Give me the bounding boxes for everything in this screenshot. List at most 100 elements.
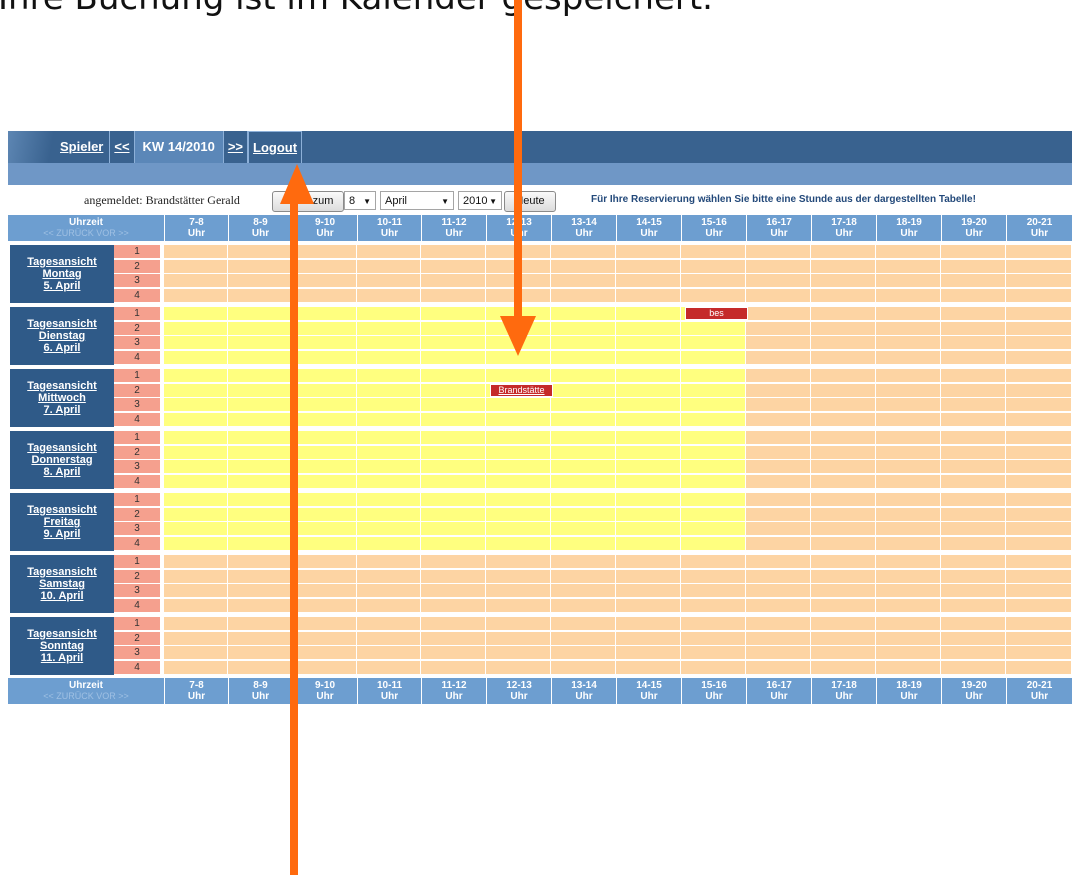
- time-slot-cell[interactable]: [228, 307, 291, 320]
- time-slot-cell[interactable]: [1006, 537, 1071, 550]
- time-slot-cell[interactable]: [941, 460, 1005, 473]
- time-slot-cell[interactable]: [228, 599, 291, 612]
- time-slot-cell[interactable]: [164, 493, 227, 506]
- time-slot-cell[interactable]: [1006, 475, 1071, 488]
- time-slot-cell[interactable]: [746, 460, 810, 473]
- time-slot-cell[interactable]: [421, 274, 485, 287]
- time-slot-cell[interactable]: [876, 475, 940, 488]
- time-slot-cell[interactable]: [1006, 274, 1071, 287]
- time-slot-cell[interactable]: [876, 446, 940, 459]
- time-slot-cell[interactable]: [228, 570, 291, 583]
- time-slot-cell[interactable]: [228, 584, 291, 597]
- time-slot-cell[interactable]: [746, 322, 810, 335]
- day-view-link[interactable]: Montag: [10, 268, 114, 280]
- time-slot-cell[interactable]: [616, 661, 680, 674]
- time-slot-cell[interactable]: [746, 646, 810, 659]
- time-slot-cell[interactable]: [228, 493, 291, 506]
- time-slot-cell[interactable]: [746, 307, 810, 320]
- time-slot-cell[interactable]: [292, 537, 356, 550]
- time-slot-cell[interactable]: [746, 398, 810, 411]
- time-slot-cell[interactable]: [811, 336, 875, 349]
- time-slot-cell[interactable]: [1006, 508, 1071, 521]
- time-slot-cell[interactable]: [616, 322, 680, 335]
- time-slot-cell[interactable]: [421, 555, 485, 568]
- time-slot-cell[interactable]: [811, 413, 875, 426]
- time-slot-cell[interactable]: [876, 555, 940, 568]
- time-slot-cell[interactable]: [941, 431, 1005, 444]
- time-slot-cell[interactable]: [616, 584, 680, 597]
- time-slot-cell[interactable]: [486, 599, 550, 612]
- day-view-link[interactable]: Donnerstag: [10, 454, 114, 466]
- time-slot-cell[interactable]: [616, 431, 680, 444]
- time-slot-cell[interactable]: [357, 661, 420, 674]
- time-slot-cell[interactable]: [681, 460, 745, 473]
- time-slot-cell[interactable]: [357, 460, 420, 473]
- time-slot-cell[interactable]: [551, 322, 615, 335]
- time-slot-cell[interactable]: [876, 289, 940, 302]
- time-slot-cell[interactable]: [941, 260, 1005, 273]
- time-slot-cell[interactable]: [746, 431, 810, 444]
- time-slot-cell[interactable]: [1006, 570, 1071, 583]
- time-slot-cell[interactable]: [551, 384, 615, 397]
- day-view-link[interactable]: Tagesansicht: [10, 628, 114, 640]
- time-slot-cell[interactable]: [681, 475, 745, 488]
- time-slot-cell[interactable]: [1006, 446, 1071, 459]
- time-slot-cell[interactable]: [228, 336, 291, 349]
- time-slot-cell[interactable]: [292, 274, 356, 287]
- time-slot-cell[interactable]: [811, 322, 875, 335]
- time-slot-cell[interactable]: [164, 274, 227, 287]
- time-slot-cell[interactable]: [551, 336, 615, 349]
- time-slot-cell[interactable]: [876, 460, 940, 473]
- time-slot-cell[interactable]: [164, 307, 227, 320]
- time-slot-cell[interactable]: [486, 493, 550, 506]
- time-slot-cell[interactable]: [164, 431, 227, 444]
- time-slot-cell[interactable]: [811, 260, 875, 273]
- time-slot-cell[interactable]: [681, 555, 745, 568]
- spieler-link[interactable]: Spieler: [56, 131, 109, 163]
- time-slot-cell[interactable]: [421, 351, 485, 364]
- time-slot-cell[interactable]: [228, 289, 291, 302]
- time-slot-cell[interactable]: [164, 336, 227, 349]
- time-slot-cell[interactable]: [421, 460, 485, 473]
- time-slot-cell[interactable]: [357, 537, 420, 550]
- time-slot-cell[interactable]: [1006, 661, 1071, 674]
- time-slot-cell[interactable]: [421, 307, 485, 320]
- time-slot-cell[interactable]: [681, 537, 745, 550]
- time-slot-cell[interactable]: [357, 351, 420, 364]
- time-slot-cell[interactable]: [421, 245, 485, 258]
- time-slot-cell[interactable]: [357, 274, 420, 287]
- time-slot-cell[interactable]: [486, 475, 550, 488]
- time-slot-cell[interactable]: [876, 570, 940, 583]
- time-slot-cell[interactable]: [357, 555, 420, 568]
- month-select[interactable]: April ▼: [380, 191, 454, 210]
- booking-entry[interactable]: bes: [685, 307, 748, 320]
- vor-link[interactable]: VOR >>: [96, 691, 129, 701]
- time-slot-cell[interactable]: [421, 336, 485, 349]
- time-slot-cell[interactable]: [616, 475, 680, 488]
- time-slot-cell[interactable]: [681, 632, 745, 645]
- day-view-link[interactable]: 5. April: [10, 280, 114, 292]
- time-slot-cell[interactable]: [616, 617, 680, 630]
- time-slot-cell[interactable]: [292, 384, 356, 397]
- time-slot-cell[interactable]: [551, 245, 615, 258]
- time-slot-cell[interactable]: [616, 351, 680, 364]
- time-slot-cell[interactable]: [292, 460, 356, 473]
- time-slot-cell[interactable]: [811, 599, 875, 612]
- time-slot-cell[interactable]: [746, 617, 810, 630]
- time-slot-cell[interactable]: [616, 398, 680, 411]
- time-slot-cell[interactable]: [164, 384, 227, 397]
- vor-link[interactable]: VOR >>: [96, 228, 129, 238]
- time-slot-cell[interactable]: [811, 274, 875, 287]
- time-slot-cell[interactable]: [681, 508, 745, 521]
- time-slot-cell[interactable]: [616, 336, 680, 349]
- time-slot-cell[interactable]: [421, 661, 485, 674]
- time-slot-cell[interactable]: [681, 274, 745, 287]
- time-slot-cell[interactable]: [941, 369, 1005, 382]
- time-slot-cell[interactable]: [421, 617, 485, 630]
- time-slot-cell[interactable]: [164, 570, 227, 583]
- time-slot-cell[interactable]: [941, 475, 1005, 488]
- time-slot-cell[interactable]: [1006, 555, 1071, 568]
- time-slot-cell[interactable]: [811, 446, 875, 459]
- time-slot-cell[interactable]: [1006, 617, 1071, 630]
- time-slot-cell[interactable]: [486, 555, 550, 568]
